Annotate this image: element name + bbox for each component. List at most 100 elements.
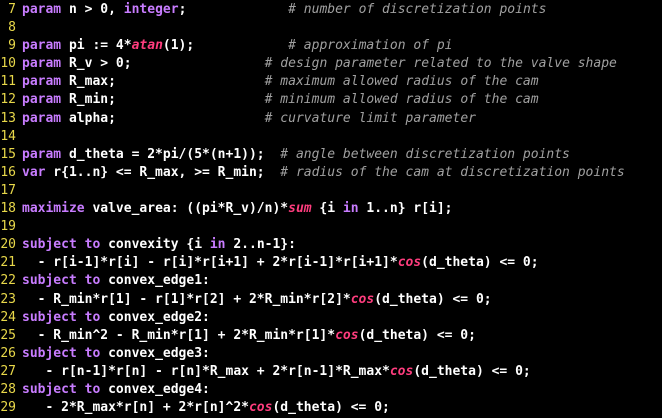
line-number: 13 [0,110,16,126]
function-token: cos [389,363,414,379]
code-token: - R_min*r[1] - r[1]*r[2] + 2*R_min*r[2]* [22,291,351,307]
code-text: param R_v > 0; # design parameter relate… [22,55,617,73]
code-token: (d_theta) <= 0; [272,400,390,416]
code-text: subject to convex_edge4: [22,381,210,399]
keyword-token: param [22,146,62,162]
code-line[interactable]: 8 [0,19,662,37]
code-text: - 2*R_max*r[n] + 2*r[n]^2*cos(d_theta) <… [22,399,390,417]
code-token: (d_theta) <= 0; [358,327,476,343]
function-token: cos [350,291,375,307]
keyword-token: in [209,237,226,253]
code-line[interactable]: 15 param d_theta = 2*pi/(5*(n+1)); # angl… [0,146,662,164]
keyword-token: subject to [22,345,101,361]
comment-token: # minimum allowed radius of the cam [264,92,539,108]
code-line[interactable]: 16 var r{1..n} <= R_max, >= R_min; # radi… [0,164,662,182]
function-token: atan [131,38,163,54]
comment-token: # number of discretization points [288,2,547,17]
code-line[interactable]: 24 subject to convex_edge2: [0,309,662,327]
keyword-token: param [22,92,62,108]
code-text: subject to convex_edge2: [22,309,210,327]
code-editor[interactable]: 7 param n > 0, integer; # number of discr… [0,0,662,418]
function-token: cos [248,400,273,416]
keyword-token: in [342,201,359,217]
code-line[interactable]: 25 - R_min^2 - R_min*r[1] + 2*R_min*r[1]… [0,327,662,345]
code-token: convex_edge1: [100,273,210,289]
keyword-token: subject to [22,309,101,325]
code-line[interactable]: 21 - r[i-1]*r[i] - r[i]*r[i+1] + 2*r[i-1… [0,254,662,272]
code-text: param n > 0, integer; # number of discre… [22,1,546,19]
code-token: convex_edge2: [100,309,210,325]
code-token: 2..n-1}: [225,237,296,253]
line-number: 12 [0,92,16,108]
code-text: subject to convex_edge3: [22,345,210,363]
keyword-token: param [22,38,62,54]
code-text: param d_theta = 2*pi/(5*(n+1)); # angle … [22,146,570,164]
code-line[interactable]: 23 - R_min*r[1] - r[1]*r[2] + 2*R_min*r[… [0,291,662,309]
code-token: - R_min^2 - R_min*r[1] + 2*R_min*r[1]* [22,327,336,343]
code-line[interactable]: 11 param R_max; # maximum allowed radius … [0,73,662,91]
keyword-token: param [22,74,62,90]
line-number: 8 [8,20,16,36]
code-token: (1); [162,38,195,54]
code-token: (d_theta) <= 0; [374,291,492,307]
line-number: 19 [0,219,16,235]
code-line[interactable]: 22 subject to convex_edge1: [0,272,662,290]
line-number: 9 [8,38,16,54]
code-line[interactable]: 27 - r[n-1]*r[n] - r[n]*R_max + 2*r[n-1]… [0,363,662,381]
line-number: 21 [0,255,16,271]
code-line[interactable]: 26 subject to convex_edge3: [0,345,662,363]
code-line[interactable]: 18 maximize valve_area: ((pi*R_v)/n)*sum … [0,200,662,218]
code-text: - r[n-1]*r[n] - r[n]*R_max + 2*r[n-1]*R_… [22,363,530,381]
code-line[interactable]: 17 [0,182,662,200]
code-token: convex_edge3: [100,345,210,361]
code-token: (d_theta) <= 0; [421,255,539,271]
code-line[interactable]: 29 - 2*R_max*r[n] + 2*r[n]^2*cos(d_theta… [0,399,662,417]
code-text: - R_min^2 - R_min*r[1] + 2*R_min*r[1]*co… [22,327,476,345]
keyword-token: subject to [22,237,101,253]
code-line[interactable]: 12 param R_min; # minimum allowed radius … [0,91,662,109]
code-token: d_theta = 2*pi/(5*(n+1)); [61,146,265,162]
function-token: sum [288,201,312,217]
comment-token: # approximation of pi [288,38,453,54]
line-number: 17 [0,182,16,198]
line-number: 29 [0,400,16,416]
line-number: 28 [0,381,16,397]
code-line[interactable]: 28 subject to convex_edge4: [0,381,662,399]
code-line[interactable]: 14 [0,128,662,146]
keyword-token: param [22,56,62,72]
line-number: 14 [0,128,16,144]
keyword-token: var [22,164,46,180]
comment-token: # angle between discretization points [280,146,570,162]
code-token: r{1..n} <= R_max, >= R_min; [45,164,265,180]
code-line[interactable]: 10 param R_v > 0; # design parameter rela… [0,55,662,73]
code-line[interactable]: 20 subject to convexity {i in 2..n-1}: [0,236,662,254]
code-text: maximize valve_area: ((pi*R_v)/n)*sum {i… [22,200,453,218]
code-token: {i [311,201,343,217]
comment-token: # curvature limit parameter [264,110,476,126]
code-token: R_v > 0; [61,56,132,72]
code-text: param R_max; # maximum allowed radius of… [22,73,539,91]
code-token: R_min; [61,92,116,108]
code-line[interactable]: 19 [0,218,662,236]
code-line[interactable]: 9 param pi := 4*atan(1); # approximation … [0,37,662,55]
line-number: 10 [0,56,16,72]
code-line[interactable]: 7 param n > 0, integer; # number of discr… [0,1,662,19]
code-text: subject to convex_edge1: [22,272,210,290]
line-number: 15 [0,146,16,162]
line-number: 23 [0,291,16,307]
line-number: 20 [0,237,16,253]
code-token: convex_edge4: [100,381,210,397]
code-text: - R_min*r[1] - r[1]*r[2] + 2*R_min*r[2]*… [22,291,492,309]
code-line[interactable]: 13 param alpha; # curvature limit paramet… [0,110,662,128]
keyword-token: maximize [22,201,85,217]
code-token: convexity {i [100,237,210,253]
line-number: 25 [0,327,16,343]
keyword-token: param [22,110,62,126]
